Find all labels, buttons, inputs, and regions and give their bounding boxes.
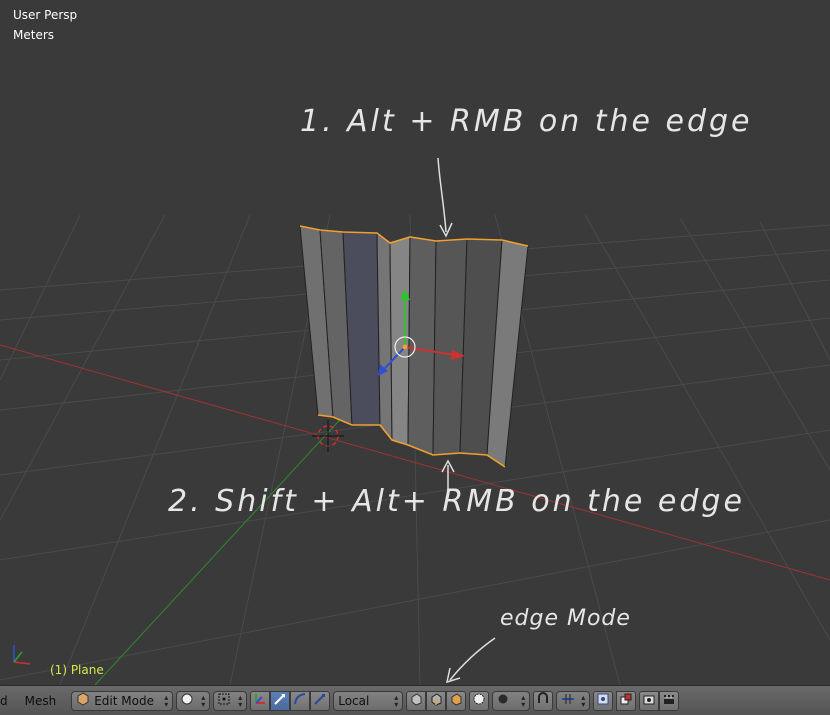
axis-widget: [13, 645, 31, 665]
dropdown-arrows-icon: ▴ ▾: [164, 692, 169, 709]
occlude-geometry-button[interactable]: [469, 690, 490, 711]
vertex-select-button[interactable]: [406, 690, 427, 711]
annotation-edge-mode: edge Mode: [500, 606, 631, 631]
occlude-icon: [472, 692, 486, 709]
edge-select-button[interactable]: [426, 690, 447, 711]
active-object-label: (1) Plane: [50, 663, 104, 677]
view-name: User Persp: [13, 8, 78, 22]
vertex-select-icon: [409, 692, 423, 709]
dropdown-arrows-icon: ▴ ▾: [581, 692, 586, 709]
manipulator-toggle[interactable]: [250, 690, 271, 711]
viewport-shading-dropdown[interactable]: ▴ ▾: [176, 690, 211, 711]
scale-icon: [313, 692, 327, 709]
snap-target-icon: [596, 692, 610, 709]
3d-cursor: [312, 420, 344, 452]
manipulator-icon: [253, 692, 267, 709]
manipulator-group: [250, 690, 331, 711]
select-mode-group: [406, 690, 467, 711]
rotate-icon: [293, 692, 307, 709]
cut-menu-text[interactable]: d: [0, 694, 18, 708]
render-icon: [642, 692, 656, 709]
copy-pose-button[interactable]: [616, 690, 637, 711]
pivot-point-dropdown[interactable]: ▴ ▾: [213, 690, 248, 711]
snap-element-icon: [561, 693, 575, 708]
annotation-step-2: 2. Shift + Alt+ RMB on the edge: [168, 484, 745, 519]
opengl-render-button[interactable]: [639, 690, 660, 711]
pivot-icon: [218, 693, 230, 708]
viewport-header: d Mesh Edit Mode ▴ ▾ ▴ ▾ ▴ ▾ Local ▴ ▾ ▴…: [0, 685, 830, 715]
mode-label: Edit Mode: [94, 693, 154, 708]
copy-icon: [619, 692, 633, 709]
dropdown-arrows-icon: ▴ ▾: [201, 692, 206, 709]
copy-paste-group: [616, 690, 637, 711]
scale-button[interactable]: [310, 690, 331, 711]
snap-icon: [536, 692, 550, 709]
rotate-button[interactable]: [290, 690, 311, 711]
render-anim-icon: [662, 692, 676, 709]
units-label: Meters: [13, 28, 55, 42]
translate-button[interactable]: [270, 690, 291, 711]
opengl-render-animation-button[interactable]: [659, 690, 680, 711]
dropdown-arrows-icon: ▴ ▾: [394, 692, 399, 709]
annotation-step-1: 1. Alt + RMB on the edge: [300, 104, 753, 139]
scene-canvas[interactable]: [0, 0, 830, 685]
snap-element-dropdown[interactable]: ▴ ▾: [556, 690, 591, 711]
face-select-button[interactable]: [446, 690, 467, 711]
orientation-label: Local: [338, 693, 370, 708]
dropdown-arrows-icon: ▴ ▾: [521, 692, 526, 709]
translate-icon: [273, 692, 287, 709]
mode-icon: [76, 692, 90, 709]
shading-solid-icon: [181, 693, 193, 708]
mesh-menu[interactable]: Mesh: [21, 694, 61, 708]
render-group: [639, 690, 680, 711]
dropdown-arrows-icon: ▴ ▾: [238, 692, 243, 709]
edge-select-icon: [429, 692, 443, 709]
mode-dropdown[interactable]: Edit Mode ▴ ▾: [71, 690, 174, 711]
proportional-icon: [497, 693, 509, 708]
snap-target-button[interactable]: [593, 690, 614, 711]
snap-toggle[interactable]: [533, 690, 554, 711]
transform-orientation-dropdown[interactable]: Local ▴ ▾: [333, 690, 404, 711]
3d-viewport[interactable]: User Persp Meters (1) Plane 1. Alt + RMB…: [0, 0, 830, 685]
face-select-icon: [449, 692, 463, 709]
proportional-editing-dropdown[interactable]: ▴ ▾: [492, 690, 531, 711]
